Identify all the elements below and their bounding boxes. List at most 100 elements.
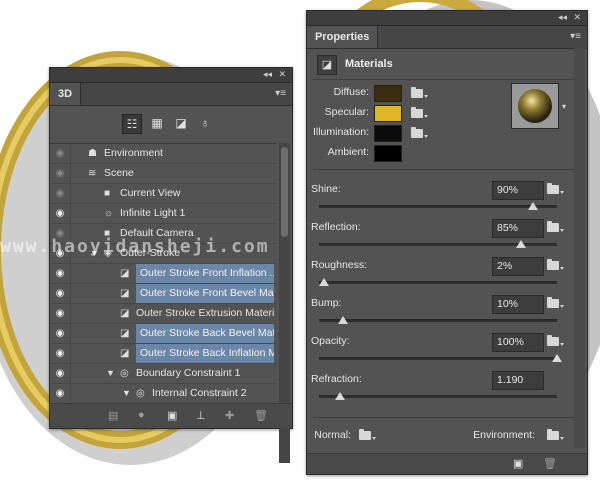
layer-row[interactable]: ◉ ☼ Infinite Light 1: [50, 204, 276, 224]
slider-knob[interactable]: [552, 354, 562, 362]
slider-value-field[interactable]: 2%: [492, 257, 544, 276]
texture-folder-icon[interactable]: [411, 107, 428, 118]
texture-folder-icon[interactable]: [547, 335, 564, 346]
visibility-eye-icon[interactable]: ◉: [50, 184, 71, 203]
slider-knob[interactable]: [335, 392, 346, 400]
color-label: Specular:: [324, 106, 369, 118]
texture-folder-icon[interactable]: [547, 221, 564, 232]
properties-titlebar[interactable]: ◂◂ ✕: [307, 11, 587, 26]
expand-triangle-icon[interactable]: ▼: [106, 364, 115, 383]
material-icon: ◪: [120, 288, 130, 299]
delete-icon[interactable]: 🗑: [543, 457, 557, 470]
light-filter-icon[interactable]: ♁: [196, 114, 214, 132]
visibility-eye-icon[interactable]: ◉: [50, 204, 71, 223]
layer-row[interactable]: ◉ ◪ Outer Stroke Back Inflation M...: [50, 344, 276, 364]
layer-row[interactable]: ◉ ◪ Outer Stroke Extrusion Material: [50, 304, 276, 324]
collapse-icon[interactable]: ◂◂: [263, 69, 272, 80]
visibility-eye-icon[interactable]: ◉: [50, 344, 71, 363]
slider-track[interactable]: [319, 319, 557, 322]
drop-to-plane-icon[interactable]: ⊥: [196, 409, 206, 422]
color-swatch[interactable]: [374, 85, 402, 102]
environment-folder-icon[interactable]: [547, 429, 564, 440]
close-icon[interactable]: ✕: [573, 12, 581, 23]
collapse-icon[interactable]: ◂◂: [558, 12, 567, 23]
texture-folder-icon[interactable]: [547, 259, 564, 270]
tab-properties[interactable]: Properties: [307, 26, 379, 48]
visibility-eye-icon[interactable]: ◉: [50, 264, 71, 283]
slider-label: Bump:: [311, 297, 342, 309]
slider-knob[interactable]: [337, 316, 348, 324]
texture-folder-icon[interactable]: [411, 127, 428, 138]
material-filter-icon[interactable]: ◪: [172, 114, 190, 132]
layer-label: Environment: [104, 147, 163, 159]
slider-value-field[interactable]: 10%: [492, 295, 544, 314]
tab-3d[interactable]: 3D: [50, 83, 82, 105]
slider-track[interactable]: [319, 281, 557, 284]
layer-row[interactable]: ◉ ☗ Environment: [50, 144, 276, 164]
layer-row[interactable]: ◉ ▼ ◎ Internal Constraint 2: [50, 384, 276, 404]
mesh-icon[interactable]: ▤: [108, 409, 118, 422]
panel-menu-icon[interactable]: ▾≡: [275, 88, 286, 99]
material-icon: ◪: [120, 308, 130, 319]
slider-track[interactable]: [319, 205, 557, 208]
layer-row[interactable]: ◉ ▼ ◎ Boundary Constraint 1: [50, 364, 276, 384]
layer-row[interactable]: ◉ ◪ Outer Stroke Front Inflation ...: [50, 264, 276, 284]
color-swatch[interactable]: [374, 105, 402, 122]
layers-filter-icon[interactable]: ☷: [122, 114, 142, 134]
slider-track[interactable]: [319, 357, 557, 360]
materials-icon: ◪: [317, 55, 337, 75]
color-swatch[interactable]: [374, 125, 402, 142]
layer-label: Scene: [104, 167, 134, 179]
normal-folder-icon[interactable]: [359, 429, 376, 440]
visibility-eye-icon[interactable]: ◉: [50, 384, 71, 403]
layer-row[interactable]: ◉ ■ Current View: [50, 184, 276, 204]
slider-value-field[interactable]: 1.190: [492, 371, 544, 390]
texture-folder-icon[interactable]: [547, 183, 564, 194]
render-icon[interactable]: ▣: [167, 409, 177, 422]
render-icon[interactable]: ▣: [513, 457, 523, 470]
constraint-icon: ◎: [136, 388, 145, 399]
texture-folder-icon[interactable]: [411, 87, 428, 98]
header-divider: [313, 79, 577, 80]
panel-menu-icon[interactable]: ▾≡: [570, 31, 581, 42]
visibility-eye-icon[interactable]: ◉: [50, 304, 71, 323]
add-light-icon[interactable]: ✚: [225, 409, 234, 422]
delete-icon[interactable]: 🗑: [254, 409, 268, 422]
slider-value-field[interactable]: 100%: [492, 333, 544, 352]
visibility-eye-icon[interactable]: ◉: [50, 284, 71, 303]
visibility-eye-icon[interactable]: ◉: [50, 164, 71, 183]
material-preview[interactable]: ▾: [511, 83, 566, 129]
slider-knob[interactable]: [528, 202, 539, 210]
color-swatch[interactable]: [374, 145, 402, 162]
slider-label: Shine:: [311, 183, 341, 195]
slider-knob[interactable]: [318, 278, 329, 286]
light-icon[interactable]: ●: [138, 409, 145, 421]
slider-track[interactable]: [319, 395, 557, 398]
mesh-filter-icon[interactable]: ▦: [148, 114, 166, 132]
normal-label: Normal:: [314, 429, 351, 441]
slider-value-field[interactable]: 90%: [492, 181, 544, 200]
visibility-eye-icon[interactable]: ◉: [50, 364, 71, 383]
color-label: Diffuse:: [333, 86, 369, 98]
panel-3d-bottombar: ▤ ● ▣ ⊥ ✚ 🗑: [50, 403, 292, 428]
layer-row[interactable]: ◉ ≋ Scene: [50, 164, 276, 184]
environment-label: Environment:: [473, 429, 535, 441]
scene-icon: ≋: [88, 168, 97, 179]
layer-label: Current View: [120, 187, 181, 199]
section-title: Materials: [345, 58, 393, 70]
panel-3d-titlebar[interactable]: ◂◂ ✕: [50, 68, 292, 83]
properties-tabbar: Properties ▾≡: [307, 26, 587, 49]
scrollbar-thumb[interactable]: [281, 147, 288, 237]
visibility-eye-icon[interactable]: ◉: [50, 324, 71, 343]
close-icon[interactable]: ✕: [278, 69, 286, 80]
layer-label: Outer Stroke Back Inflation M...: [136, 344, 274, 363]
material-icon: ◪: [120, 348, 130, 359]
material-sphere-icon: [518, 89, 552, 123]
slider-label: Refraction:: [311, 373, 362, 385]
layer-row[interactable]: ◉ ◪ Outer Stroke Back Bevel Mat...: [50, 324, 276, 344]
visibility-eye-icon[interactable]: ◉: [50, 144, 71, 163]
expand-triangle-icon[interactable]: ▼: [122, 384, 131, 403]
texture-folder-icon[interactable]: [547, 297, 564, 308]
preview-dropdown-icon[interactable]: ▾: [562, 102, 566, 111]
layer-row[interactable]: ◉ ◪ Outer Stroke Front Bevel Mate...: [50, 284, 276, 304]
